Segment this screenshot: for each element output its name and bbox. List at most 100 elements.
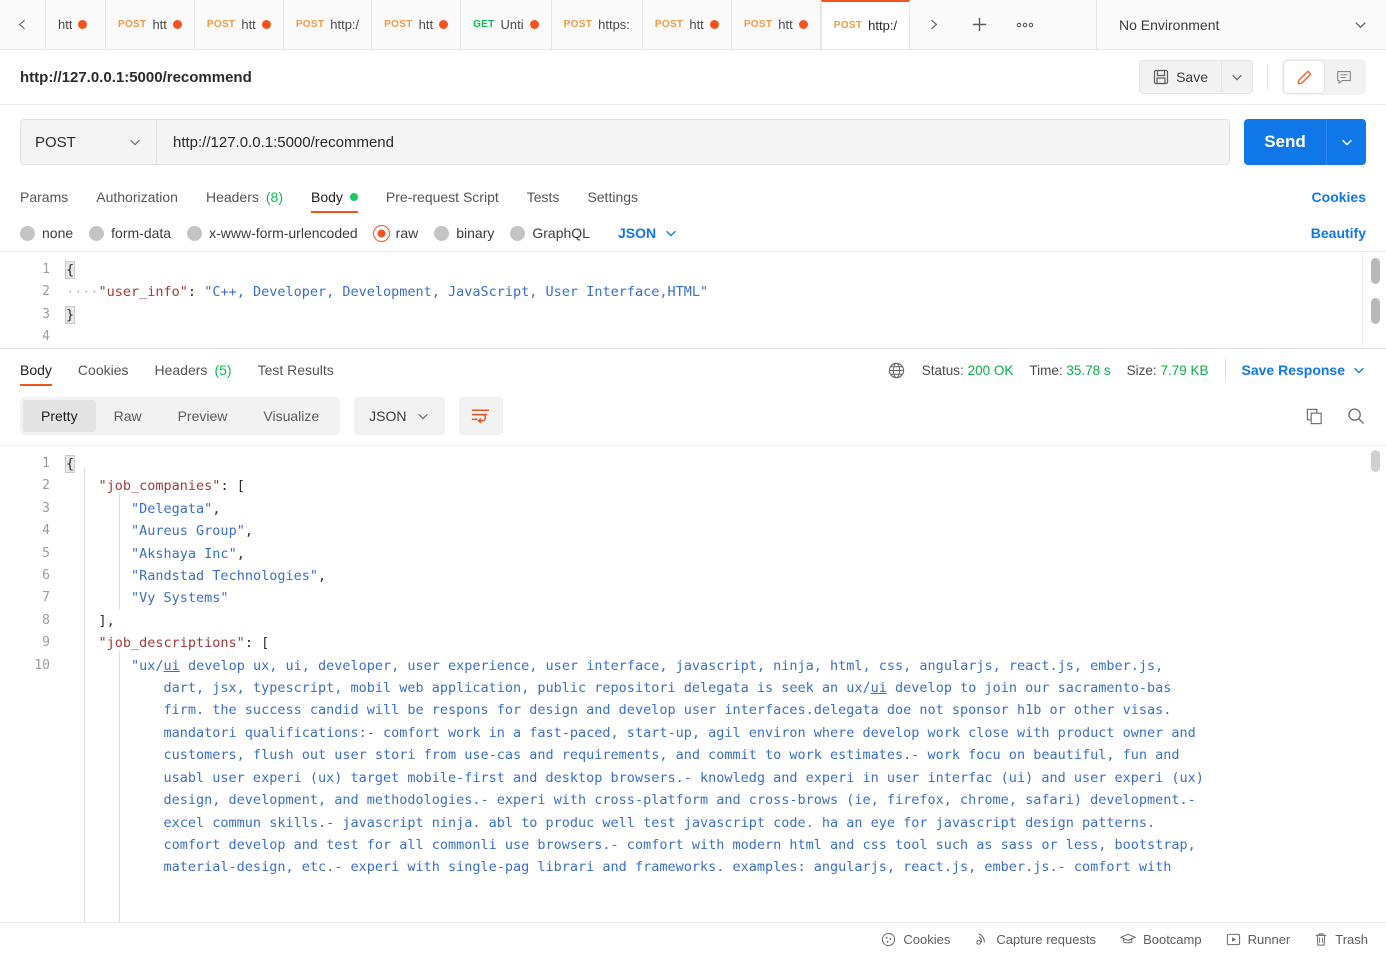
body-type-label: x-www-form-urlencoded xyxy=(209,225,358,241)
send-options-button[interactable] xyxy=(1326,119,1366,165)
code-line: 9 "job_descriptions": [ xyxy=(0,632,1386,654)
unsaved-indicator-icon xyxy=(798,20,808,29)
save-button[interactable]: Save xyxy=(1139,60,1221,94)
new-tab-button[interactable] xyxy=(956,0,1002,49)
line-number: 8 xyxy=(42,612,50,628)
line-number: 2 xyxy=(42,284,50,300)
comment-button[interactable] xyxy=(1324,61,1364,93)
chevron-right-icon xyxy=(930,19,937,30)
code-line: 7 "Vy Systems" xyxy=(0,587,1386,609)
body-type-x-www-form-urlencoded[interactable]: x-www-form-urlencoded xyxy=(187,225,358,241)
tab-label: http:/ xyxy=(330,17,360,32)
radio-icon xyxy=(89,225,105,241)
search-response-button[interactable] xyxy=(1346,406,1366,426)
code-content: "Vy Systems" xyxy=(131,590,229,607)
code-line: 5 "Akshaya Inc", xyxy=(0,543,1386,565)
tab-label: htt xyxy=(241,17,256,32)
send-button[interactable]: Send xyxy=(1244,119,1326,165)
body-type-raw[interactable]: raw xyxy=(373,225,419,241)
view-mode-raw[interactable]: Raw xyxy=(96,400,160,432)
status-bar-item-trash[interactable]: Trash xyxy=(1314,932,1368,947)
environment-selector[interactable]: No Environment xyxy=(1096,0,1386,49)
response-tools-right xyxy=(1305,406,1366,426)
response-body-viewer[interactable]: 1{2 "job_companies": [3 "Delegata", 4 "Au… xyxy=(0,445,1386,922)
response-format-select[interactable]: JSON xyxy=(354,397,445,435)
body-type-form-data[interactable]: form-data xyxy=(89,225,171,241)
cookies-link[interactable]: Cookies xyxy=(1312,189,1366,205)
line-number: 3 xyxy=(42,500,50,516)
response-tab-body[interactable]: Body xyxy=(20,350,52,390)
request-editor-scrollbar-top[interactable] xyxy=(1371,258,1380,284)
tab-label: Body xyxy=(20,362,52,378)
tab-settings[interactable]: Settings xyxy=(587,177,638,217)
request-tab-3[interactable]: POST http:/ xyxy=(283,0,373,49)
tab-tests[interactable]: Tests xyxy=(527,177,560,217)
trash-icon xyxy=(1314,932,1328,947)
code-content: ····"user_info": "C++, Developer, Develo… xyxy=(66,284,709,301)
request-tab-2[interactable]: POST htt xyxy=(194,0,284,49)
tab-strip: htt POST htt POST htt POST http:/ POST htt GET Unt… xyxy=(0,0,1386,50)
status-bar-item-bootcamp[interactable]: Bootcamp xyxy=(1120,932,1202,947)
tab-headers[interactable]: Headers (8) xyxy=(206,177,283,217)
request-body-editor[interactable]: 1 { 2 ····"user_info": "C++, Developer, … xyxy=(0,251,1386,349)
tab-pre-request-script[interactable]: Pre-request Script xyxy=(386,177,499,217)
body-format-select[interactable]: JSON xyxy=(618,225,678,241)
save-response-button[interactable]: Save Response xyxy=(1242,362,1367,378)
radio-icon xyxy=(510,225,526,241)
request-tab-1[interactable]: POST htt xyxy=(106,0,195,49)
request-tab-9[interactable]: POST http:/ xyxy=(820,0,911,49)
wrap-lines-button[interactable] xyxy=(458,397,503,435)
response-tab-test-results[interactable]: Test Results xyxy=(258,350,334,390)
request-tab-0[interactable]: htt xyxy=(46,0,106,49)
size-value: 7.79 KB xyxy=(1160,362,1209,378)
response-scrollbar[interactable] xyxy=(1371,450,1380,472)
status-bar-item-cookies[interactable]: Cookies xyxy=(881,932,950,947)
request-tab-5[interactable]: GET Unti xyxy=(461,0,552,49)
request-code-rows: 1 { 2 ····"user_info": "C++, Developer, … xyxy=(0,252,1386,348)
url-input-value: http://127.0.0.1:5000/recommend xyxy=(173,133,394,151)
request-tab-4[interactable]: POST htt xyxy=(372,0,462,49)
tab-scroll-left-button[interactable] xyxy=(0,0,46,49)
tab-label: https: xyxy=(598,17,630,32)
save-options-button[interactable] xyxy=(1221,60,1253,94)
body-type-label: raw xyxy=(395,225,419,241)
tab-method: POST xyxy=(384,19,413,30)
url-bar: POST http://127.0.0.1:5000/recommend Sen… xyxy=(0,105,1386,177)
status-value: 200 OK xyxy=(967,362,1014,378)
request-tab-8[interactable]: POST htt xyxy=(731,0,821,49)
tab-count: (8) xyxy=(265,189,283,205)
response-tab-headers[interactable]: Headers (5) xyxy=(155,350,232,390)
tab-more-options-button[interactable] xyxy=(1002,0,1048,49)
radio-icon xyxy=(187,225,203,241)
body-type-binary[interactable]: binary xyxy=(434,225,494,241)
tab-count: (5) xyxy=(214,362,232,378)
tab-scroll-right-button[interactable] xyxy=(910,0,956,49)
json-key: "user_info" xyxy=(98,284,188,301)
play-box-icon xyxy=(1226,932,1241,947)
beautify-button[interactable]: Beautify xyxy=(1311,225,1366,241)
line-number: 7 xyxy=(42,590,50,606)
http-method-value: POST xyxy=(35,133,76,151)
copy-response-button[interactable] xyxy=(1305,407,1324,426)
view-mode-preview[interactable]: Preview xyxy=(160,400,246,432)
http-method-select[interactable]: POST xyxy=(20,119,157,165)
request-tab-6[interactable]: POST https: xyxy=(551,0,643,49)
tab-authorization[interactable]: Authorization xyxy=(96,177,178,217)
tab-params[interactable]: Params xyxy=(20,177,68,217)
status-bar-item-runner[interactable]: Runner xyxy=(1226,932,1290,947)
radio-icon xyxy=(434,225,450,241)
url-input[interactable]: http://127.0.0.1:5000/recommend xyxy=(157,119,1230,165)
body-present-indicator-icon xyxy=(349,193,358,201)
body-type-none[interactable]: none xyxy=(20,225,73,241)
body-type-graphql[interactable]: GraphQL xyxy=(510,225,590,241)
status-bar-item-capture-requests[interactable]: Capture requests xyxy=(974,932,1096,947)
response-tabs: Body Cookies Headers (5) Test Results xyxy=(20,349,334,391)
view-mode-visualize[interactable]: Visualize xyxy=(245,400,337,432)
edit-request-button[interactable] xyxy=(1284,61,1324,93)
request-tab-7[interactable]: POST htt xyxy=(642,0,732,49)
time-value: 35.78 s xyxy=(1066,362,1111,378)
request-editor-scrollbar-bottom[interactable] xyxy=(1371,298,1380,324)
view-mode-pretty[interactable]: Pretty xyxy=(23,400,96,432)
response-tab-cookies[interactable]: Cookies xyxy=(78,350,129,390)
tab-body[interactable]: Body xyxy=(311,177,358,217)
